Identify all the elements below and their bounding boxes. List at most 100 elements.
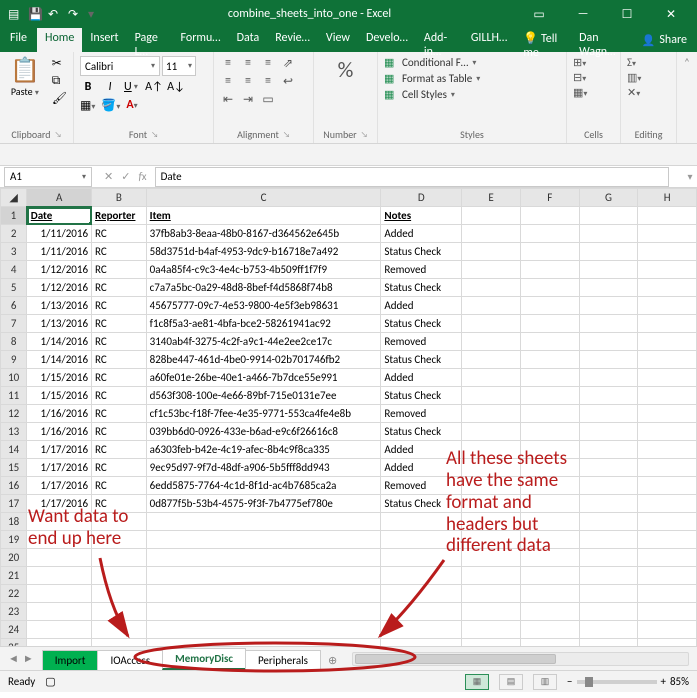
cell[interactable] (146, 639, 381, 647)
cell[interactable]: 37fb8ab3-8eaa-48b0-8167-d364562e645b (146, 225, 381, 243)
row-header[interactable]: 5 (1, 279, 27, 297)
view-pagebreak-button[interactable]: ▥ (533, 674, 557, 690)
cell[interactable] (462, 531, 521, 549)
cell[interactable]: Status Check (381, 243, 462, 261)
cell[interactable]: Notes (381, 207, 462, 225)
cell[interactable] (462, 297, 521, 315)
cell[interactable] (579, 585, 638, 603)
row-header[interactable]: 10 (1, 369, 27, 387)
cell[interactable]: Status Check (381, 495, 462, 513)
row-header[interactable]: 2 (1, 225, 27, 243)
cell[interactable] (92, 531, 147, 549)
cell[interactable] (638, 225, 697, 243)
cell[interactable]: Item (146, 207, 381, 225)
cell[interactable]: 58d3751d-b4af-4953-9dc9-b16718e7a492 (146, 243, 381, 261)
cell[interactable]: 1/17/2016 (27, 441, 92, 459)
cell[interactable] (27, 621, 92, 639)
increase-font-icon[interactable]: A↑ (146, 80, 162, 94)
cell[interactable] (520, 333, 579, 351)
cell[interactable]: RC (92, 333, 147, 351)
cell[interactable] (92, 513, 147, 531)
column-header-G[interactable]: G (579, 189, 638, 207)
cell[interactable] (638, 567, 697, 585)
increase-indent-icon[interactable]: ⇥ (240, 92, 256, 107)
cell[interactable] (462, 567, 521, 585)
qat-dropdown-icon[interactable]: ▾ (88, 7, 102, 21)
cell[interactable] (462, 261, 521, 279)
cell[interactable] (638, 477, 697, 495)
cell[interactable]: RC (92, 279, 147, 297)
cell[interactable] (462, 387, 521, 405)
row-header[interactable]: 24 (1, 621, 27, 639)
cell[interactable] (27, 531, 92, 549)
cell[interactable]: 0d877f5b-53b4-4575-9f3f-7b4775ef780e (146, 495, 381, 513)
zoom-slider[interactable] (577, 680, 657, 684)
cell[interactable]: 6edd5875-7764-4c1d-8f1d-ac4b7685ca2a (146, 477, 381, 495)
cell[interactable] (579, 441, 638, 459)
cell[interactable]: 1/12/2016 (27, 261, 92, 279)
conditional-formatting-button[interactable]: ▦Conditional F… ▾ (384, 56, 560, 69)
cell[interactable] (462, 621, 521, 639)
font-size-select[interactable]: 11▾ (162, 56, 196, 76)
row-header[interactable]: 4 (1, 261, 27, 279)
cell[interactable] (579, 477, 638, 495)
row-header[interactable]: 7 (1, 315, 27, 333)
cell[interactable]: 1/16/2016 (27, 423, 92, 441)
row-header[interactable]: 9 (1, 351, 27, 369)
save-icon[interactable]: 💾 (28, 7, 42, 21)
sheet-tab-ioaccess[interactable]: IOAccess (97, 650, 163, 670)
cell[interactable]: RC (92, 243, 147, 261)
cell[interactable]: 1/17/2016 (27, 477, 92, 495)
align-middle-icon[interactable]: ≡ (240, 56, 256, 71)
cell[interactable]: 1/15/2016 (27, 369, 92, 387)
align-top-icon[interactable]: ≡ (220, 56, 236, 71)
format-cells-icon[interactable]: ▦▾ (573, 86, 614, 99)
cell[interactable]: cf1c53bc-f18f-7fee-4e35-9771-553ca4fe4e8… (146, 405, 381, 423)
cell[interactable] (579, 459, 638, 477)
cell[interactable] (462, 315, 521, 333)
cell[interactable] (638, 585, 697, 603)
cell[interactable] (92, 603, 147, 621)
format-painter-icon[interactable]: 🖌 (52, 91, 67, 106)
row-header[interactable]: 6 (1, 297, 27, 315)
new-sheet-button[interactable]: ⊕ (320, 651, 345, 670)
row-header[interactable]: 3 (1, 243, 27, 261)
macro-record-icon[interactable]: ▢ (45, 675, 55, 688)
percent-icon[interactable]: % (320, 56, 371, 83)
row-header[interactable]: 13 (1, 423, 27, 441)
cell[interactable] (520, 495, 579, 513)
cell[interactable]: 3140ab4f-3275-4c2f-a9c1-44e2ee2ce17c (146, 333, 381, 351)
cell[interactable]: Added (381, 297, 462, 315)
expand-formula-icon[interactable]: ▾ (683, 170, 697, 183)
cell[interactable] (638, 513, 697, 531)
tab-gillh[interactable]: GILLH… (463, 28, 515, 52)
bold-button[interactable]: B (80, 80, 96, 94)
cell[interactable]: Status Check (381, 279, 462, 297)
tab-data[interactable]: Data (229, 28, 268, 52)
horizontal-scrollbar[interactable] (352, 652, 689, 666)
worksheet-grid[interactable]: ◢ABCDEFGH1 Date Reporter Item Notes 2 1/… (0, 188, 697, 646)
cell[interactable] (579, 513, 638, 531)
cell[interactable] (638, 351, 697, 369)
tab-view[interactable]: View (318, 28, 358, 52)
cell[interactable] (638, 279, 697, 297)
cell[interactable] (579, 369, 638, 387)
dialog-launcher-icon[interactable]: ↘ (151, 130, 158, 140)
cell[interactable] (638, 441, 697, 459)
cell[interactable] (520, 459, 579, 477)
cell[interactable] (520, 225, 579, 243)
cell[interactable] (579, 351, 638, 369)
cell[interactable] (638, 459, 697, 477)
cell[interactable] (462, 441, 521, 459)
cell[interactable] (638, 315, 697, 333)
cell[interactable]: 1/12/2016 (27, 279, 92, 297)
autosum-icon[interactable]: Σ▾ (627, 56, 670, 69)
tell-me[interactable]: 💡 Tell me (515, 28, 571, 52)
undo-icon[interactable]: ↶ (48, 7, 62, 21)
column-header-E[interactable]: E (462, 189, 521, 207)
cell[interactable] (462, 225, 521, 243)
cell[interactable] (520, 279, 579, 297)
cell[interactable] (579, 297, 638, 315)
tab-home[interactable]: Home (37, 28, 82, 52)
cell[interactable] (579, 603, 638, 621)
